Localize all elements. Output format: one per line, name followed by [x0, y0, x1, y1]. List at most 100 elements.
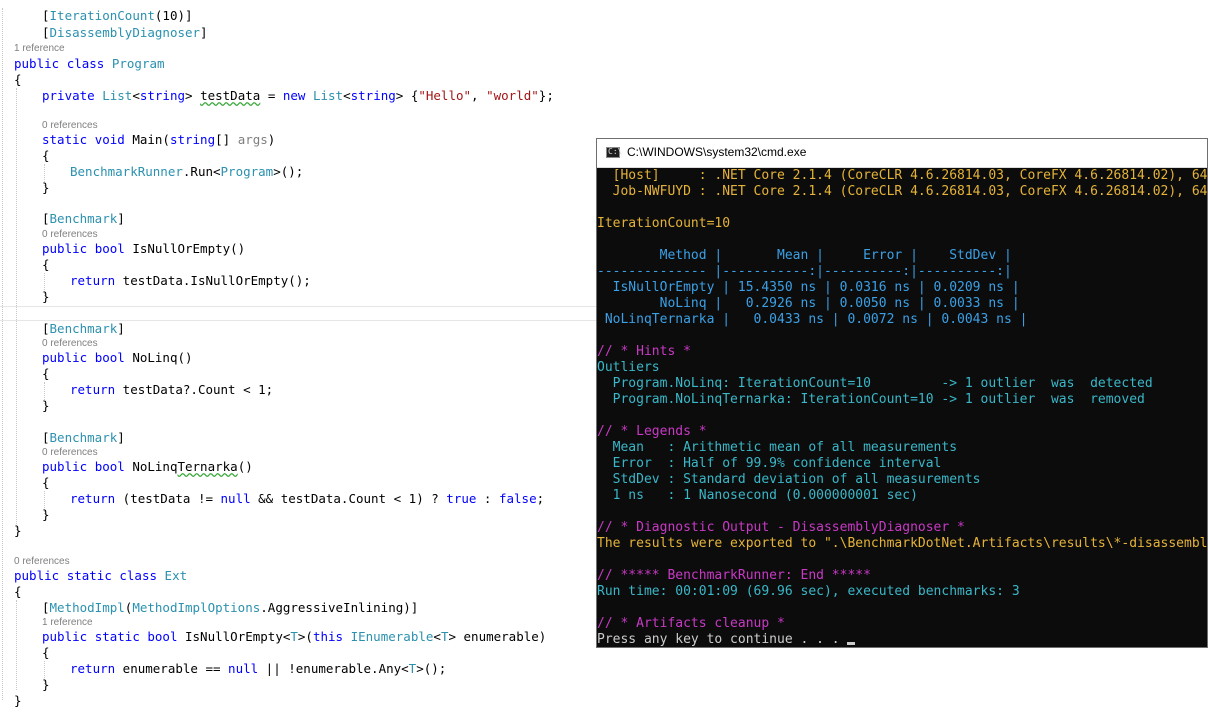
code-line: BenchmarkRunner.Run<Program>();: [70, 164, 303, 180]
code-token: ]: [117, 430, 125, 445]
code-line: [Benchmark]: [42, 321, 125, 337]
code-token: ]: [117, 211, 125, 226]
code-token: }: [42, 289, 50, 304]
codelens-reference-count[interactable]: 1 reference: [42, 616, 93, 629]
console-line: StdDev : Standard deviation of all measu…: [597, 472, 981, 488]
console-line-text: // * Legends *: [597, 424, 707, 439]
code-token: {: [42, 475, 50, 490]
console-title: C:\WINDOWS\system32\cmd.exe: [627, 145, 807, 159]
code-line: }: [42, 398, 50, 414]
code-token: static: [94, 629, 140, 644]
code-line: return testData.IsNullOrEmpty();: [70, 273, 311, 289]
code-line: [MethodImpl(MethodImplOptions.Aggressive…: [42, 600, 418, 616]
console-line: IsNullOrEmpty | 15.4350 ns | 0.0316 ns |…: [597, 280, 1020, 296]
code-token: return: [70, 273, 116, 288]
code-token: }: [42, 180, 50, 195]
code-line: public bool NoLinq(): [42, 350, 193, 366]
code-token: Benchmark: [49, 430, 118, 445]
code-line: [IterationCount(10)]: [42, 8, 193, 24]
code-token: bool: [94, 459, 125, 474]
code-token: true: [446, 491, 477, 506]
console-window[interactable]: C:\ C:\WINDOWS\system32\cmd.exe [Host] :…: [596, 138, 1208, 648]
code-token: NoLinq(): [124, 350, 193, 365]
console-line-text: // * Diagnostic Output - DisassemblyDiag…: [597, 520, 965, 535]
code-token: "Hello": [418, 88, 472, 103]
code-token: enumerable ==: [115, 661, 229, 676]
code-line: }: [42, 289, 50, 305]
console-output[interactable]: [Host] : .NET Core 2.1.4 (CoreCLR 4.6.26…: [597, 168, 1207, 647]
console-line: IterationCount=10: [597, 216, 730, 232]
code-token: Benchmark: [49, 321, 118, 336]
code-token: >(: [297, 629, 313, 644]
console-line: NoLinqTernarka | 0.0433 ns | 0.0072 ns |…: [597, 312, 1028, 328]
console-line: -------------- |-----------:|----------:…: [597, 264, 1012, 280]
codelens-reference-count[interactable]: 0 references: [42, 446, 98, 459]
code-token: >: [185, 88, 201, 103]
code-token: && testData.Count < 1) ?: [250, 491, 447, 506]
console-line: Error : Half of 99.9% confidence interva…: [597, 456, 942, 472]
code-token: false: [498, 491, 537, 506]
console-line-text: Program.NoLinq: IterationCount=10 -> 1 o…: [597, 376, 1153, 391]
code-token: class: [66, 56, 105, 71]
code-token: [: [42, 430, 50, 445]
code-token: =: [260, 88, 283, 103]
code-token: IsNullOrEmpty<: [177, 629, 291, 644]
code-token: MethodImpl: [49, 600, 125, 615]
code-token: this: [312, 629, 344, 644]
code-token: IEnumerable: [350, 629, 434, 644]
console-line: Outliers: [597, 360, 660, 376]
code-token: static: [42, 132, 88, 147]
code-token: .AggressiveInlining)]: [260, 600, 419, 615]
code-token: new: [282, 88, 306, 103]
code-line: {: [42, 366, 50, 382]
console-title-bar[interactable]: C:\ C:\WINDOWS\system32\cmd.exe: [597, 139, 1207, 168]
code-token: return: [70, 661, 116, 676]
code-token: null: [228, 661, 259, 676]
code-token: [: [42, 25, 50, 40]
console-line: Program.NoLinq: IterationCount=10 -> 1 o…: [597, 376, 1153, 392]
code-token: > {: [395, 88, 419, 103]
console-line-text: IsNullOrEmpty | 15.4350 ns | 0.0316 ns |…: [597, 280, 1020, 295]
console-line: The results were exported to ".\Benchmar…: [597, 536, 1207, 552]
codelens-reference-count[interactable]: 1 reference: [14, 42, 65, 55]
code-line: }: [42, 507, 50, 523]
code-token: }: [42, 677, 50, 692]
indent-guide: [16, 600, 17, 690]
code-line: return (testData != null && testData.Cou…: [70, 491, 544, 507]
console-line-text: Mean : Arithmetic mean of all measuremen…: [597, 440, 958, 455]
code-line: {: [42, 475, 50, 491]
console-line-text: Program.NoLinqTernarka: IterationCount=1…: [597, 392, 1145, 407]
codelens-reference-count[interactable]: 0 references: [42, 119, 98, 132]
code-token: NoLinq: [124, 459, 178, 474]
console-line-text: Method | Mean | Error | StdDev |: [597, 248, 1012, 263]
code-token: };: [538, 88, 554, 103]
code-token: Program: [220, 164, 274, 179]
code-token: ;: [536, 491, 545, 506]
codelens-reference-count[interactable]: 0 references: [42, 337, 98, 350]
code-line: public bool NoLinqTernarka(): [42, 459, 253, 475]
code-token: }: [14, 693, 22, 708]
console-line: NoLinq | 0.2926 ns | 0.0050 ns | 0.0033 …: [597, 296, 1020, 312]
code-line: }: [14, 693, 22, 709]
code-line: public static class Ext: [14, 568, 187, 584]
codelens-reference-count[interactable]: 0 references: [42, 228, 98, 241]
console-line-text: Job-NWFUYD : .NET Core 2.1.4 (CoreCLR 4.…: [612, 184, 1208, 199]
codelens-reference-count[interactable]: 0 references: [14, 555, 70, 568]
code-line: }: [14, 523, 22, 539]
code-line: public bool IsNullOrEmpty(): [42, 241, 245, 257]
code-token: public: [14, 568, 60, 583]
text-cursor: [847, 642, 856, 645]
console-line-text: Press any key to continue . . .: [597, 632, 848, 647]
code-line: public class Program: [14, 56, 165, 72]
console-line: Method | Mean | Error | StdDev |: [597, 248, 1012, 264]
console-line-text: IterationCount=10: [597, 216, 731, 231]
code-token: class: [119, 568, 158, 583]
code-token: {: [14, 72, 22, 87]
